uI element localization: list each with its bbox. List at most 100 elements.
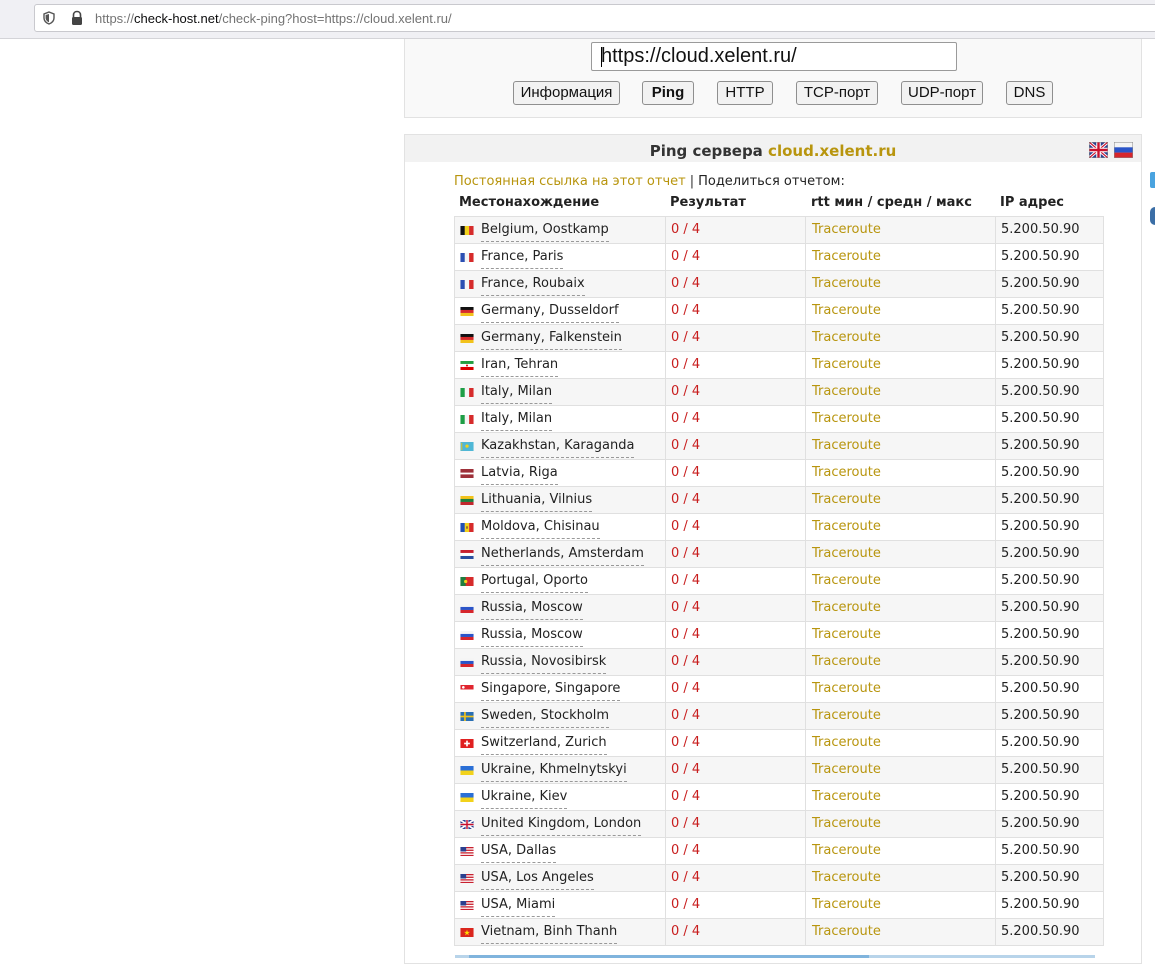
traceroute-link[interactable]: Traceroute: [812, 379, 881, 405]
traceroute-link[interactable]: Traceroute: [812, 838, 881, 864]
location-link[interactable]: USA, Los Angeles: [481, 867, 594, 890]
location-link[interactable]: Netherlands, Amsterdam: [481, 543, 644, 566]
traceroute-link[interactable]: Traceroute: [812, 703, 881, 729]
traceroute-link[interactable]: Traceroute: [812, 271, 881, 297]
cell-divider: [995, 379, 996, 405]
location-link[interactable]: Vietnam, Binh Thanh: [481, 921, 618, 944]
tcp-port-button[interactable]: TCP-порт: [796, 81, 878, 105]
location-link[interactable]: France, Paris: [481, 246, 564, 269]
location-link[interactable]: Italy, Milan: [481, 381, 553, 404]
traceroute-link[interactable]: Traceroute: [812, 649, 881, 675]
location-link[interactable]: Italy, Milan: [481, 408, 553, 431]
report-links: Постоянная ссылка на этот отчет | Поделить…: [454, 174, 845, 189]
cell-divider: [665, 460, 666, 486]
location-link[interactable]: Iran, Tehran: [481, 354, 559, 377]
host-input[interactable]: https://cloud.xelent.ru/: [591, 42, 957, 71]
location-link[interactable]: Germany, Falkenstein: [481, 327, 622, 350]
location-link[interactable]: Sweden, Stockholm: [481, 705, 610, 728]
location-link[interactable]: USA, Dallas: [481, 840, 557, 863]
table-row: Italy, Milan 0 / 4 Traceroute 5.200.50.90: [454, 406, 1104, 433]
ru-flag-icon[interactable]: [1114, 142, 1133, 158]
location-link[interactable]: USA, Miami: [481, 894, 556, 917]
cell-divider: [665, 406, 666, 432]
cell-divider: [665, 622, 666, 648]
location-link[interactable]: United Kingdom, London: [481, 813, 642, 836]
it-flag-icon: [460, 386, 476, 397]
location-link[interactable]: Russia, Moscow: [481, 624, 583, 647]
info-button[interactable]: Информация: [513, 81, 620, 105]
facebook-share-icon[interactable]: [1150, 207, 1155, 225]
cell-divider: [805, 919, 806, 945]
shield-icon[interactable]: [42, 11, 56, 25]
traceroute-link[interactable]: Traceroute: [812, 325, 881, 351]
location-link[interactable]: Belgium, Oostkamp: [481, 219, 609, 242]
uk-flag-icon[interactable]: [1089, 142, 1108, 158]
cell-divider: [805, 352, 806, 378]
traceroute-link[interactable]: Traceroute: [812, 811, 881, 837]
address-bar[interactable]: https://check-host.net/check-ping?host=h…: [34, 4, 1155, 32]
ping-result: 0 / 4: [671, 411, 701, 426]
url-prefix: https://: [95, 11, 135, 26]
traceroute-link[interactable]: Traceroute: [812, 595, 881, 621]
permalink-link[interactable]: Постоянная ссылка на этот отчет: [454, 174, 686, 189]
share-label: Поделиться отчетом:: [698, 174, 845, 189]
sg-flag-icon: [460, 683, 476, 694]
ip-address: 5.200.50.90: [1001, 438, 1080, 453]
ch-flag-icon: [460, 737, 476, 748]
cell-divider: [805, 406, 806, 432]
location-link[interactable]: Russia, Moscow: [481, 597, 583, 620]
traceroute-link[interactable]: Traceroute: [812, 568, 881, 594]
cell-divider: [995, 784, 996, 810]
traceroute-link[interactable]: Traceroute: [812, 460, 881, 486]
traceroute-link[interactable]: Traceroute: [812, 487, 881, 513]
location-link[interactable]: Latvia, Riga: [481, 462, 558, 485]
location-link[interactable]: Switzerland, Zurich: [481, 732, 607, 755]
traceroute-link[interactable]: Traceroute: [812, 514, 881, 540]
traceroute-link[interactable]: Traceroute: [812, 757, 881, 783]
traceroute-link[interactable]: Traceroute: [812, 244, 881, 270]
ping-result: 0 / 4: [671, 843, 701, 858]
twitter-share-icon[interactable]: [1150, 172, 1155, 188]
traceroute-link[interactable]: Traceroute: [812, 784, 881, 810]
location-link[interactable]: Kazakhstan, Karaganda: [481, 435, 635, 458]
traceroute-link[interactable]: Traceroute: [812, 892, 881, 918]
traceroute-link[interactable]: Traceroute: [812, 217, 881, 243]
ping-button[interactable]: Ping: [642, 81, 694, 105]
location-link[interactable]: Ukraine, Khmelnytskyi: [481, 759, 627, 782]
traceroute-link[interactable]: Traceroute: [812, 676, 881, 702]
nl-flag-icon: [460, 548, 476, 559]
location-link[interactable]: Portugal, Oporto: [481, 570, 588, 593]
cell-divider: [665, 703, 666, 729]
location-link[interactable]: Ukraine, Kiev: [481, 786, 568, 809]
ip-address: 5.200.50.90: [1001, 384, 1080, 399]
http-button[interactable]: HTTP: [717, 81, 773, 105]
location-link[interactable]: Lithuania, Vilnius: [481, 489, 593, 512]
traceroute-link[interactable]: Traceroute: [812, 433, 881, 459]
location-link[interactable]: Singapore, Singapore: [481, 678, 621, 701]
cell-divider: [805, 865, 806, 891]
udp-port-button[interactable]: UDP-порт: [901, 81, 983, 105]
location-link[interactable]: Moldova, Chisinau: [481, 516, 600, 539]
cell-divider: [805, 811, 806, 837]
location-link[interactable]: Germany, Dusseldorf: [481, 300, 619, 323]
ip-address: 5.200.50.90: [1001, 708, 1080, 723]
traceroute-link[interactable]: Traceroute: [812, 352, 881, 378]
cell-divider: [805, 757, 806, 783]
lock-icon[interactable]: [70, 10, 84, 26]
traceroute-link[interactable]: Traceroute: [812, 919, 881, 945]
traceroute-link[interactable]: Traceroute: [812, 622, 881, 648]
table-row: Latvia, Riga 0 / 4 Traceroute 5.200.50.90: [454, 460, 1104, 487]
dns-button[interactable]: DNS: [1006, 81, 1053, 105]
traceroute-link[interactable]: Traceroute: [812, 406, 881, 432]
traceroute-link[interactable]: Traceroute: [812, 298, 881, 324]
traceroute-link[interactable]: Traceroute: [812, 730, 881, 756]
location-link[interactable]: France, Roubaix: [481, 273, 585, 296]
location-link[interactable]: Russia, Novosibirsk: [481, 651, 607, 674]
ip-address: 5.200.50.90: [1001, 600, 1080, 615]
traceroute-link[interactable]: Traceroute: [812, 865, 881, 891]
cell-divider: [995, 865, 996, 891]
cell-divider: [665, 649, 666, 675]
address-url[interactable]: https://check-host.net/check-ping?host=h…: [95, 11, 452, 26]
table-row: Kazakhstan, Karaganda 0 / 4 Traceroute 5.20…: [454, 433, 1104, 460]
traceroute-link[interactable]: Traceroute: [812, 541, 881, 567]
